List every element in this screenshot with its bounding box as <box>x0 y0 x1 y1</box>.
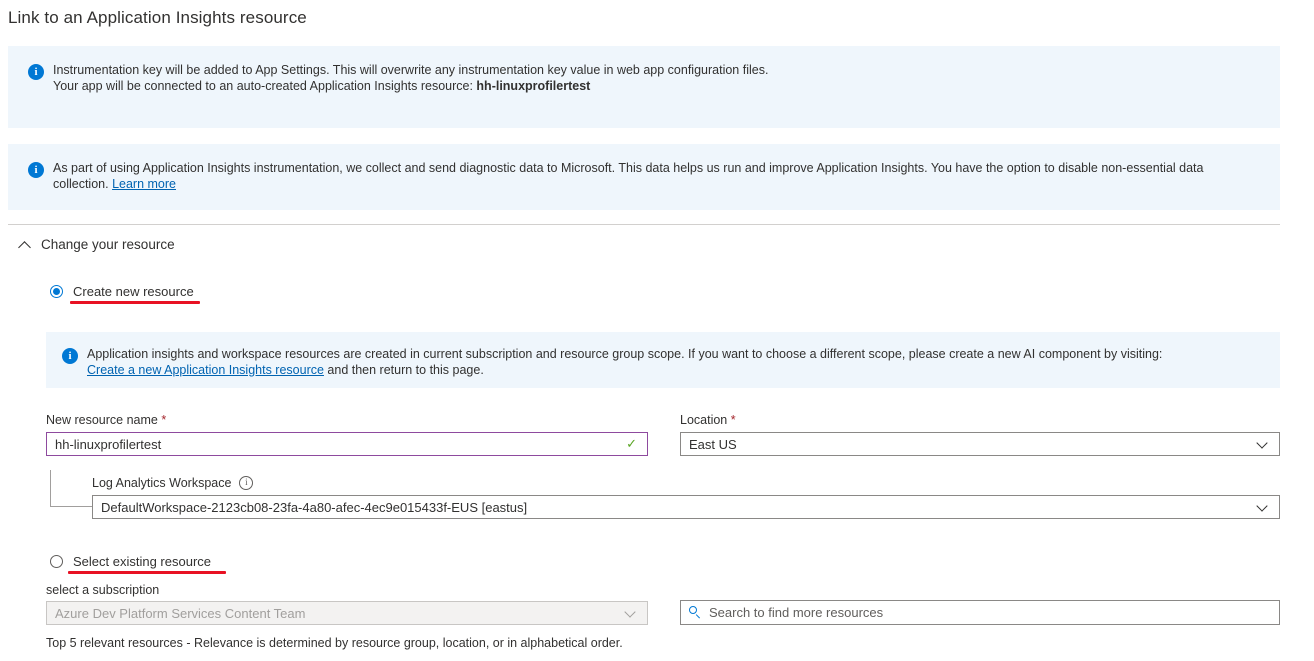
workspace-tree-connector <box>50 470 92 507</box>
radio-button-indicator <box>50 285 63 298</box>
location-value: East US <box>689 437 1257 452</box>
subscription-value: Azure Dev Platform Services Content Team <box>55 606 625 621</box>
location-dropdown[interactable]: East US <box>680 432 1280 456</box>
annotation-underline-create-new <box>70 301 200 304</box>
new-resource-name-input[interactable]: hh-linuxprofilertest ✓ <box>46 432 648 456</box>
subscription-label: select a subscription <box>46 583 159 597</box>
instrumentation-line-1: Instrumentation key will be added to App… <box>53 63 768 77</box>
scope-banner-text: Application insights and workspace resou… <box>87 347 1267 378</box>
instrumentation-info-banner: i Instrumentation key will be added to A… <box>8 46 1280 128</box>
create-new-ai-resource-link[interactable]: Create a new Application Insights resour… <box>87 363 324 377</box>
section-title: Change your resource <box>41 237 175 252</box>
log-analytics-workspace-label-text: Log Analytics Workspace <box>92 476 231 490</box>
radio-select-existing-resource-label: Select existing resource <box>73 554 211 569</box>
info-icon: i <box>62 348 78 364</box>
new-resource-name-label-text: New resource name <box>46 413 158 427</box>
new-resource-name-label: New resource name * <box>46 413 166 427</box>
resource-search-box[interactable]: Search to find more resources <box>680 600 1280 625</box>
radio-button-indicator <box>50 555 63 568</box>
new-resource-name-value: hh-linuxprofilertest <box>55 437 626 452</box>
radio-create-new-resource-label: Create new resource <box>73 284 194 299</box>
auto-created-resource-name: hh-linuxprofilertest <box>476 79 590 93</box>
instrumentation-line-2-prefix: Your app will be connected to an auto-cr… <box>53 79 476 93</box>
telemetry-banner-text: As part of using Application Insights in… <box>53 161 1258 192</box>
section-divider <box>8 224 1280 225</box>
radio-create-new-resource[interactable]: Create new resource <box>50 284 194 299</box>
instrumentation-banner-text: Instrumentation key will be added to App… <box>53 63 1263 94</box>
required-marker: * <box>161 413 166 427</box>
valid-check-icon: ✓ <box>626 436 637 452</box>
info-tooltip-icon[interactable]: i <box>239 476 253 490</box>
chevron-up-icon <box>18 238 32 252</box>
scope-text-after: and then return to this page. <box>324 363 484 377</box>
location-label: Location * <box>680 413 736 427</box>
log-analytics-workspace-dropdown[interactable]: DefaultWorkspace-2123cb08-23fa-4a80-afec… <box>92 495 1280 519</box>
info-icon: i <box>28 64 44 80</box>
scope-text: Application insights and workspace resou… <box>87 347 1162 361</box>
change-your-resource-section-header[interactable]: Change your resource <box>18 237 175 252</box>
log-analytics-workspace-value: DefaultWorkspace-2123cb08-23fa-4a80-afec… <box>101 500 1257 515</box>
chevron-down-icon <box>625 607 637 619</box>
annotation-underline-select-existing <box>68 571 226 574</box>
telemetry-info-banner: i As part of using Application Insights … <box>8 144 1280 210</box>
relevance-footnote: Top 5 relevant resources - Relevance is … <box>46 636 623 650</box>
page-title: Link to an Application Insights resource <box>8 8 307 28</box>
telemetry-text: As part of using Application Insights in… <box>53 161 1203 191</box>
log-analytics-workspace-label: Log Analytics Workspace i <box>92 476 253 490</box>
search-placeholder: Search to find more resources <box>709 605 883 620</box>
radio-select-existing-resource[interactable]: Select existing resource <box>50 554 211 569</box>
required-marker: * <box>731 413 736 427</box>
location-label-text: Location <box>680 413 727 427</box>
info-icon: i <box>28 162 44 178</box>
subscription-dropdown[interactable]: Azure Dev Platform Services Content Team <box>46 601 648 625</box>
learn-more-link[interactable]: Learn more <box>112 177 176 191</box>
scope-info-banner: i Application insights and workspace res… <box>46 332 1280 388</box>
search-icon <box>689 606 702 619</box>
chevron-down-icon <box>1257 438 1269 450</box>
chevron-down-icon <box>1257 501 1269 513</box>
